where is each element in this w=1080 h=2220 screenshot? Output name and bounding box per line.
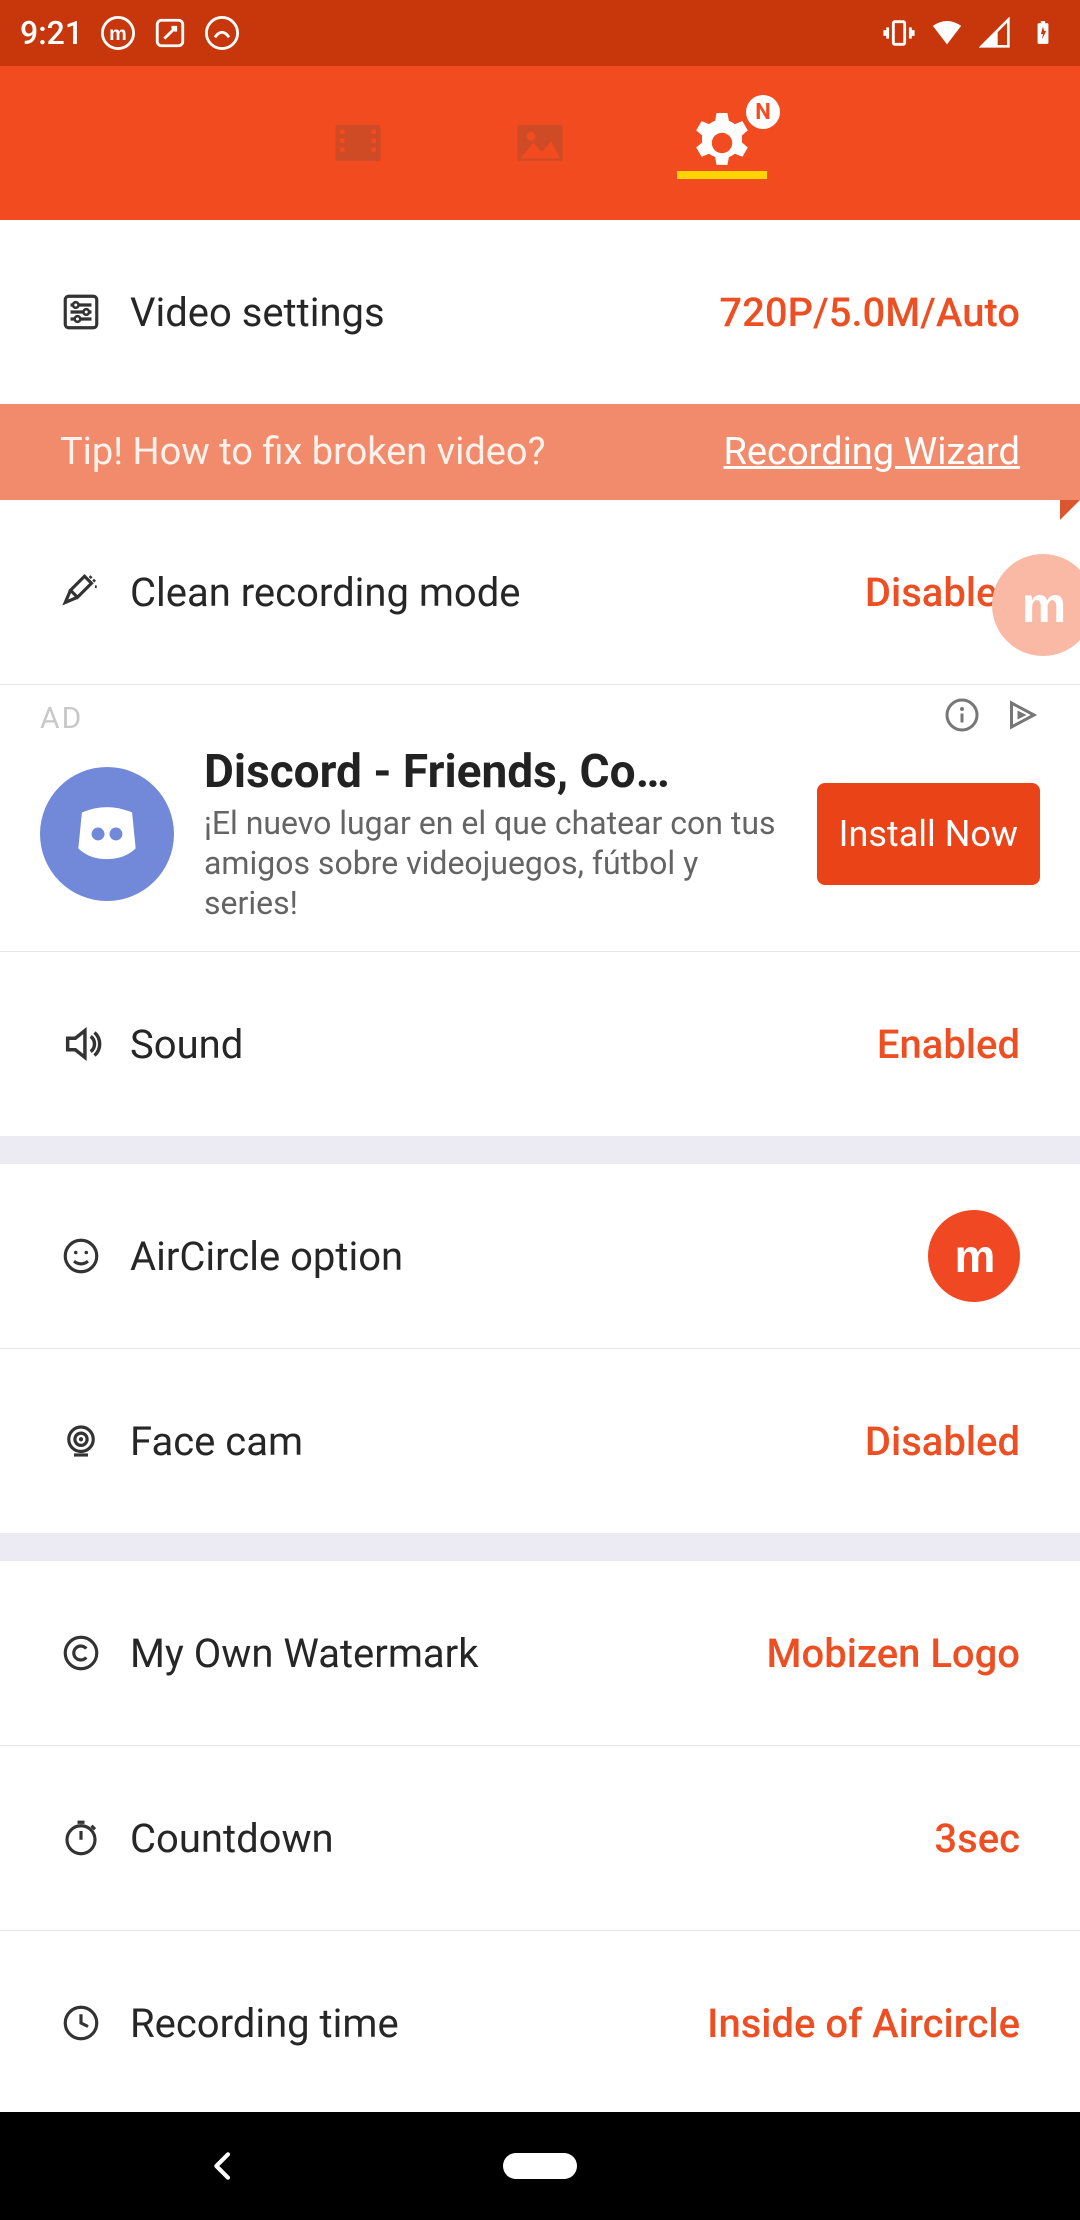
row-sound[interactable]: Sound Enabled [0,952,1080,1136]
tab-indicator [677,171,767,179]
status-bar: 9:21 m [0,0,1080,66]
copyright-icon [60,1632,130,1674]
row-recording-time[interactable]: Recording time Inside of Aircircle [0,1931,1080,2112]
home-button[interactable] [503,2153,577,2179]
ad-description: ¡El nuevo lugar en el que chatear con tu… [204,803,787,923]
tab-images[interactable] [504,107,576,179]
facecam-label: Face cam [130,1418,865,1465]
watermark-label: My Own Watermark [130,1630,767,1677]
back-button[interactable] [203,2146,243,2186]
tip-bar[interactable]: Tip! How to fix broken video? Recording … [0,404,1080,500]
tab-videos[interactable] [322,107,394,179]
aircircle-label: AirCircle option [130,1233,928,1280]
countdown-value: 3sec [934,1815,1020,1862]
smile-icon [60,1235,130,1277]
ad-app-icon [40,767,174,901]
row-video-settings[interactable]: Video settings 720P/5.0M/Auto [0,220,1080,404]
broom-icon [60,571,130,613]
tab-bar: N [0,66,1080,220]
tip-corner-fold [1060,500,1080,520]
sound-label: Sound [130,1021,877,1068]
row-aircircle[interactable]: AirCircle option m [0,1164,1080,1348]
recording-time-value: Inside of Aircircle [707,2000,1020,2047]
facecam-value: Disabled [865,1418,1020,1465]
aircircle-logo-icon: m [928,1210,1020,1302]
section-spacer [0,1136,1080,1164]
signal-icon [978,16,1012,50]
recording-wizard-link[interactable]: Recording Wizard [723,430,1020,474]
battery-icon [1026,16,1060,50]
row-facecam[interactable]: Face cam Disabled [0,1349,1080,1533]
svg-text:m: m [109,23,127,45]
badge-new-icon: N [746,95,780,129]
install-button[interactable]: Install Now [817,783,1040,885]
sliders-icon [60,291,130,333]
navigation-bar [0,2112,1080,2220]
row-countdown[interactable]: Countdown 3sec [0,1746,1080,1930]
ad-info-icon[interactable] [944,697,980,733]
ad-choices-icon[interactable] [1004,697,1040,733]
watermark-value: Mobizen Logo [767,1630,1020,1677]
status-time: 9:21 [20,14,83,52]
ad-label: AD [40,701,83,736]
status-app-icon-1: m [101,16,135,50]
clock-icon [60,2002,130,2044]
video-settings-label: Video settings [130,289,719,336]
sound-value: Enabled [877,1021,1020,1068]
tip-text: Tip! How to fix broken video? [60,430,546,474]
video-settings-value: 720P/5.0M/Auto [719,289,1020,336]
countdown-label: Countdown [130,1815,934,1862]
section-spacer [0,1533,1080,1561]
status-app-icon-3 [205,16,239,50]
ad-block: AD Discord - Friends, Co… ¡El nuevo luga… [0,685,1080,951]
vibrate-icon [882,16,916,50]
row-clean-recording[interactable]: Clean recording mode Disabled [0,500,1080,684]
status-app-icon-2 [153,16,187,50]
content: Video settings 720P/5.0M/Auto Tip! How t… [0,220,1080,2112]
wifi-icon [930,16,964,50]
ad-title: Discord - Friends, Co… [204,745,787,799]
row-watermark[interactable]: My Own Watermark Mobizen Logo [0,1561,1080,1745]
stopwatch-icon [60,1817,130,1859]
speaker-icon [60,1021,130,1067]
webcam-icon [60,1420,130,1462]
clean-recording-label: Clean recording mode [130,569,865,616]
tab-settings[interactable]: N [686,107,758,179]
recording-time-label: Recording time [130,2000,707,2047]
